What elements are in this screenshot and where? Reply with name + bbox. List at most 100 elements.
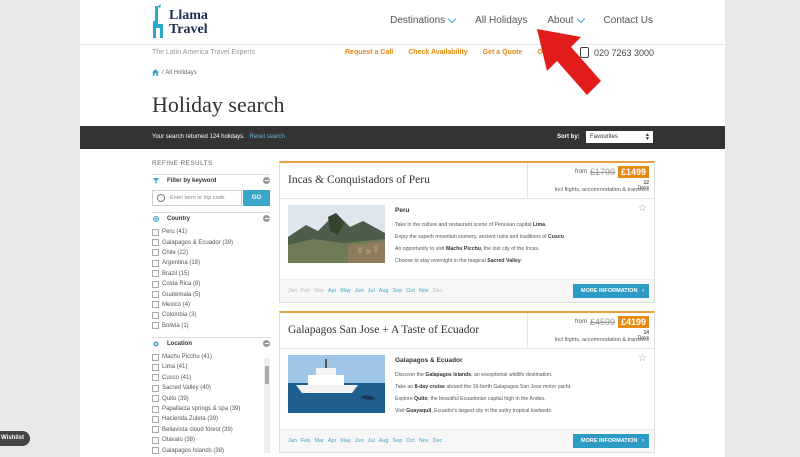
location-checkbox[interactable]: Papallacta springs & spa (39) xyxy=(152,404,270,414)
checkbox[interactable] xyxy=(152,249,159,257)
highlight-item: An opportunity to visit Machu Picchu, th… xyxy=(395,246,540,252)
country-checkbox[interactable]: Bolivia (1) xyxy=(152,321,270,331)
month-nov: Nov xyxy=(418,288,429,294)
checkbox[interactable] xyxy=(152,228,159,236)
checkbox[interactable] xyxy=(152,374,159,382)
checkbox[interactable] xyxy=(152,259,159,267)
holiday-title[interactable]: Incas & Conquistadors of Peru xyxy=(288,174,430,186)
keyword-panel-header[interactable]: Filter by keyword xyxy=(152,174,270,187)
yacht-photo[interactable] xyxy=(288,355,385,413)
location-panel-header[interactable]: Location xyxy=(152,336,270,350)
machu-picchu-photo[interactable] xyxy=(288,205,385,263)
collapse-icon[interactable] xyxy=(263,177,270,184)
logo-text: Llama Travel xyxy=(169,9,208,37)
get-quote-link[interactable]: Get a Quote xyxy=(483,49,523,56)
sort-select[interactable]: Favourites ▲ ▼ xyxy=(586,131,653,143)
nav-contact-us[interactable]: Contact Us xyxy=(604,15,653,26)
month-aug: Aug xyxy=(378,438,389,444)
refine-sidebar: REFINE RESULTS Filter by keyword Enter t… xyxy=(152,160,270,456)
sort-arrows-icon: ▲ ▼ xyxy=(645,132,650,142)
location-checkbox[interactable]: Sacred Valley (40) xyxy=(152,383,270,393)
home-icon[interactable] xyxy=(152,69,159,76)
checkbox[interactable] xyxy=(152,415,159,423)
country-checkbox[interactable]: Costa Rica (8) xyxy=(152,279,270,289)
nav-destinations[interactable]: Destinations xyxy=(390,14,457,26)
location-checkbox[interactable]: Bellavista cloud forest (39) xyxy=(152,425,270,435)
highlights: Take in the culture and restaurant scene… xyxy=(395,219,640,267)
location-label: Cusco (41) xyxy=(162,374,192,381)
location-checkbox[interactable]: Lima (41) xyxy=(152,362,270,372)
location-checkbox[interactable]: Galapagos Islands (38) xyxy=(152,445,270,455)
country-checkbox[interactable]: Chile (22) xyxy=(152,248,270,258)
country-checkbox[interactable]: Brazil (15) xyxy=(152,269,270,279)
checkbox[interactable] xyxy=(152,322,159,330)
filter-icon xyxy=(153,178,159,184)
request-call-link[interactable]: Request a Call xyxy=(345,49,393,56)
location-label: Sacred Valley (40) xyxy=(162,385,211,392)
location-label: Galapagos Islands (38) xyxy=(162,447,225,454)
nav-all-holidays[interactable]: All Holidays xyxy=(475,15,527,26)
llama-travel-logo[interactable]: Llama Travel xyxy=(152,4,212,40)
location-checkbox[interactable]: Cusco (41) xyxy=(152,373,270,383)
card-footer: Jan Feb Mar Apr May Jun Jul Aug Sep Oct … xyxy=(280,430,654,452)
country-checkbox[interactable]: Peru (41) xyxy=(152,227,270,237)
more-information-button[interactable]: MORE INFORMATION › xyxy=(573,434,649,448)
checkbox[interactable] xyxy=(152,426,159,434)
wishlist-tab[interactable]: Wishlist xyxy=(0,431,30,446)
checkbox[interactable] xyxy=(152,405,159,413)
scrollbar-thumb[interactable] xyxy=(265,365,269,384)
refine-heading: REFINE RESULTS xyxy=(152,160,213,167)
checkbox[interactable] xyxy=(152,270,159,278)
checkbox[interactable] xyxy=(152,447,159,455)
checkbox[interactable] xyxy=(152,395,159,403)
checkbox[interactable] xyxy=(152,311,159,319)
location-checkbox[interactable]: Otavalo (38) xyxy=(152,435,270,445)
country-checkbox[interactable]: Argentina (18) xyxy=(152,258,270,268)
checkbox[interactable] xyxy=(152,301,159,309)
price-box: from £4599 £4199 14 Days Incl flights, ac… xyxy=(527,313,655,348)
location-checkbox[interactable]: Machu Picchu (41) xyxy=(152,352,270,362)
checkbox[interactable] xyxy=(152,239,159,247)
travel-months: Jan Feb Mar Apr May Jun Jul Aug Sep Oct … xyxy=(288,288,442,294)
country-checkbox[interactable]: Mexico (4) xyxy=(152,300,270,310)
checkbox[interactable] xyxy=(152,291,159,299)
country-label: Peru (41) xyxy=(162,229,188,236)
checkbox[interactable] xyxy=(152,436,159,444)
location-scrollbar[interactable] xyxy=(264,357,270,453)
breadcrumb: / All Holidays xyxy=(152,69,197,76)
month-jan: Jan xyxy=(288,288,297,294)
phone-text: 020 7263 3000 xyxy=(594,47,655,58)
breadcrumb-current[interactable]: All Holidays xyxy=(165,70,196,76)
chevron-down-icon xyxy=(576,14,585,24)
month-jun: Jun xyxy=(354,288,364,294)
holiday-title[interactable]: Galapagos San Jose + A Taste of Ecuador xyxy=(288,324,479,336)
country-checkbox[interactable]: Colombia (3) xyxy=(152,310,270,320)
checkbox[interactable] xyxy=(152,353,159,361)
reset-search-link[interactable]: Reset search xyxy=(250,134,285,140)
highlight-item: Take in the culture and restaurant scene… xyxy=(395,222,547,228)
checkbox[interactable] xyxy=(152,384,159,392)
checkbox[interactable] xyxy=(152,363,159,371)
location-list: Machu Picchu (41) Lima (41) Cusco (41) S… xyxy=(152,352,270,456)
favourite-star-icon[interactable]: ☆ xyxy=(638,203,647,214)
collapse-icon[interactable] xyxy=(263,339,270,347)
country-checkbox[interactable]: Guatemala (5) xyxy=(152,289,270,299)
collapse-icon[interactable] xyxy=(263,215,270,222)
more-information-button[interactable]: MORE INFORMATION › xyxy=(573,284,649,298)
results-count: Your search returned 124 holidays. Reset… xyxy=(152,134,285,140)
country-checkbox[interactable]: Galapagos & Ecuador (39) xyxy=(152,237,270,247)
location-panel-title: Location xyxy=(167,340,192,347)
location-checkbox[interactable]: Hacienda Zuleta (39) xyxy=(152,414,270,424)
highlight-item: Visit Guayaquil, Ecuador's largest city … xyxy=(395,408,553,414)
check-availability-link[interactable]: Check Availability xyxy=(408,49,467,56)
location-checkbox[interactable]: Quito (39) xyxy=(152,393,270,403)
card-header: Incas & Conquistadors of Peru from £1799… xyxy=(280,163,654,199)
nav-about[interactable]: About xyxy=(547,14,585,26)
checkbox[interactable] xyxy=(152,280,159,288)
country-panel-header[interactable]: Country xyxy=(152,212,270,225)
keyword-input[interactable]: Enter term or trip code xyxy=(152,190,242,206)
go-button[interactable]: GO xyxy=(243,190,270,206)
holiday-card: Galapagos San Jose + A Taste of Ecuador … xyxy=(279,311,655,453)
favourite-star-icon[interactable]: ☆ xyxy=(638,353,647,364)
card-header: Galapagos San Jose + A Taste of Ecuador … xyxy=(280,313,654,349)
